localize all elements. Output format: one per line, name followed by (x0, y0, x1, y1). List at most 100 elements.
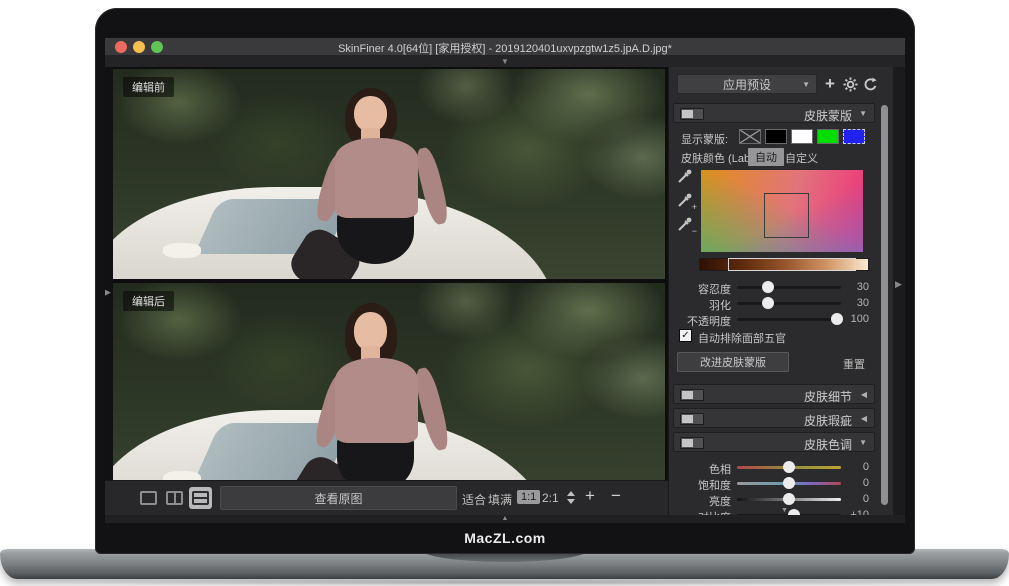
hue-slider[interactable] (737, 466, 841, 469)
reset-preset-button[interactable] (861, 74, 879, 94)
zoom-fill-button[interactable]: 填满 (488, 491, 512, 508)
plus-icon: + (825, 74, 835, 94)
preset-dropdown[interactable]: 应用预设 ▼ (677, 74, 817, 94)
slider-label: 亮度 (669, 493, 731, 509)
settings-button[interactable] (841, 74, 859, 94)
slider-label: 色相 (669, 461, 731, 477)
section-title: 皮肤瑕疵 (804, 412, 852, 429)
app-window: SkinFiner 4.0[64位] [家用授权] - 2019120401ux… (105, 38, 905, 523)
view-single-button[interactable] (137, 487, 160, 509)
eyedropper-button[interactable] (677, 168, 695, 186)
page: SkinFiner 4.0[64位] [家用授权] - 2019120401ux… (0, 0, 1009, 586)
expand-bottom-icon[interactable]: ▲ (502, 515, 509, 522)
improve-mask-button[interactable]: 改进皮肤蒙版 (677, 352, 789, 372)
skin-color-field[interactable] (701, 170, 863, 252)
skin-details-toggle[interactable] (680, 389, 704, 401)
show-mask-label: 显示蒙版: (681, 131, 728, 147)
slider-value: 100 (839, 313, 869, 325)
section-skin-tone-header[interactable]: 皮肤色调 ▼ (673, 432, 875, 452)
collapse-right-icon[interactable]: ▶ (895, 279, 902, 290)
slider-row: 羽化 30 (669, 296, 873, 310)
laptop-bezel: SkinFiner 4.0[64位] [家用授权] - 2019120401ux… (95, 8, 915, 554)
photo-background-foliage (113, 69, 665, 279)
brightness-slider[interactable] (737, 498, 841, 501)
mask-swatch-white[interactable] (791, 129, 813, 144)
titlebar: SkinFiner 4.0[64位] [家用授权] - 2019120401ux… (105, 38, 905, 56)
color-selection-marker[interactable] (764, 193, 809, 238)
feather-slider[interactable] (737, 302, 841, 305)
add-preset-button[interactable]: + (821, 74, 839, 94)
slider-knob[interactable] (762, 297, 774, 309)
reset-button[interactable]: 重置 (843, 356, 865, 372)
before-badge: 编辑前 (123, 77, 174, 97)
eyedropper-plus-icon (677, 192, 693, 208)
zoom-out-button[interactable]: − (611, 486, 621, 506)
mask-swatch-blue[interactable] (843, 129, 865, 144)
section-title: 皮肤蒙版 (804, 107, 852, 124)
skin-color-auto-button[interactable]: 自动 (748, 148, 784, 166)
section-title: 皮肤色调 (804, 436, 852, 453)
chevron-down-icon: ▼ (802, 80, 810, 89)
skin-mask-toggle[interactable] (680, 108, 704, 120)
auto-exclude-checkbox[interactable]: ✓ (679, 329, 692, 342)
saturation-slider[interactable] (737, 482, 841, 485)
after-badge: 编辑后 (123, 291, 174, 311)
zoom-ratio-spinner[interactable] (567, 491, 576, 505)
skin-blemish-toggle[interactable] (680, 413, 704, 425)
laptop-shadow (40, 579, 969, 586)
zoom-in-button[interactable]: + (585, 486, 595, 506)
slider-label: 容忍度 (669, 281, 731, 297)
skin-tone-toggle[interactable] (680, 437, 704, 449)
slider-knob[interactable] (783, 461, 795, 473)
minus-icon: − (692, 226, 697, 236)
image-before[interactable]: 编辑前 (113, 69, 665, 279)
tolerance-slider[interactable] (737, 286, 841, 289)
slider-value: 30 (839, 281, 869, 293)
collapse-icon[interactable]: ▼ (859, 438, 867, 447)
zoom-2-1-button[interactable]: 2:1 (542, 491, 559, 505)
auto-exclude-row: ✓ 自动排除面部五官 (669, 329, 873, 345)
view-split-horizontal-button[interactable] (189, 487, 212, 509)
slider-knob[interactable] (783, 493, 795, 505)
section-skin-mask-header[interactable]: 皮肤蒙版 ▼ (673, 103, 875, 123)
slider-knob[interactable] (762, 281, 774, 293)
window-title: SkinFiner 4.0[64位] [家用授权] - 2019120401ux… (105, 40, 905, 56)
expand-left-icon[interactable]: ▶ (105, 287, 111, 298)
range-selection-marker[interactable] (728, 258, 856, 271)
eyedropper-remove-button[interactable]: − (677, 216, 695, 234)
bottom-panel-strip: ▲ (105, 515, 905, 523)
collapse-icon[interactable]: ◀ (861, 390, 867, 399)
preset-dropdown-label: 应用预设 (723, 76, 771, 93)
collapse-icon[interactable]: ◀ (861, 414, 867, 423)
image-after[interactable]: 编辑后 (113, 283, 665, 509)
slider-knob[interactable] (783, 477, 795, 489)
right-panel-strip: ▶ (893, 67, 905, 515)
slider-row: 不透明度 100 (669, 312, 873, 326)
view-original-button[interactable]: 查看原图 (220, 486, 457, 510)
eyedropper-add-button[interactable]: + (677, 192, 695, 210)
zoom-1-1-button[interactable]: 1:1 (517, 490, 540, 504)
view-split-vertical-button[interactable] (163, 487, 186, 509)
mask-swatch-none[interactable] (739, 129, 761, 144)
laptop-brand: MacZL.com (95, 530, 915, 546)
slider-row: 色相 0 (669, 460, 873, 474)
photo-car-mirror (163, 243, 202, 258)
panel-scrollbar[interactable] (881, 105, 888, 505)
mask-swatch-black[interactable] (765, 129, 787, 144)
section-title: 皮肤细节 (804, 388, 852, 405)
opacity-slider[interactable] (737, 318, 841, 321)
viewer-toolbar: 查看原图 适合 填满 1:1 2:1 + − (105, 480, 668, 515)
section-skin-details-header[interactable]: 皮肤细节 ◀ (673, 384, 875, 404)
slider-value: 30 (839, 297, 869, 309)
skin-color-custom-button[interactable]: 自定义 (785, 150, 818, 166)
skin-tone-range-bar[interactable] (699, 258, 869, 271)
collapse-top-icon[interactable]: ▼ (501, 57, 509, 66)
mask-swatch-green[interactable] (817, 129, 839, 144)
slider-label: 不透明度 (669, 313, 731, 329)
photo-woman-torso (335, 138, 418, 218)
zoom-fit-button[interactable]: 适合 (462, 491, 486, 508)
gear-icon (843, 77, 858, 92)
skin-color-row: 皮肤颜色 (Lab): 自动 自定义 (669, 150, 873, 166)
collapse-icon[interactable]: ▼ (859, 109, 867, 118)
section-skin-blemish-header[interactable]: 皮肤瑕疵 ◀ (673, 408, 875, 428)
